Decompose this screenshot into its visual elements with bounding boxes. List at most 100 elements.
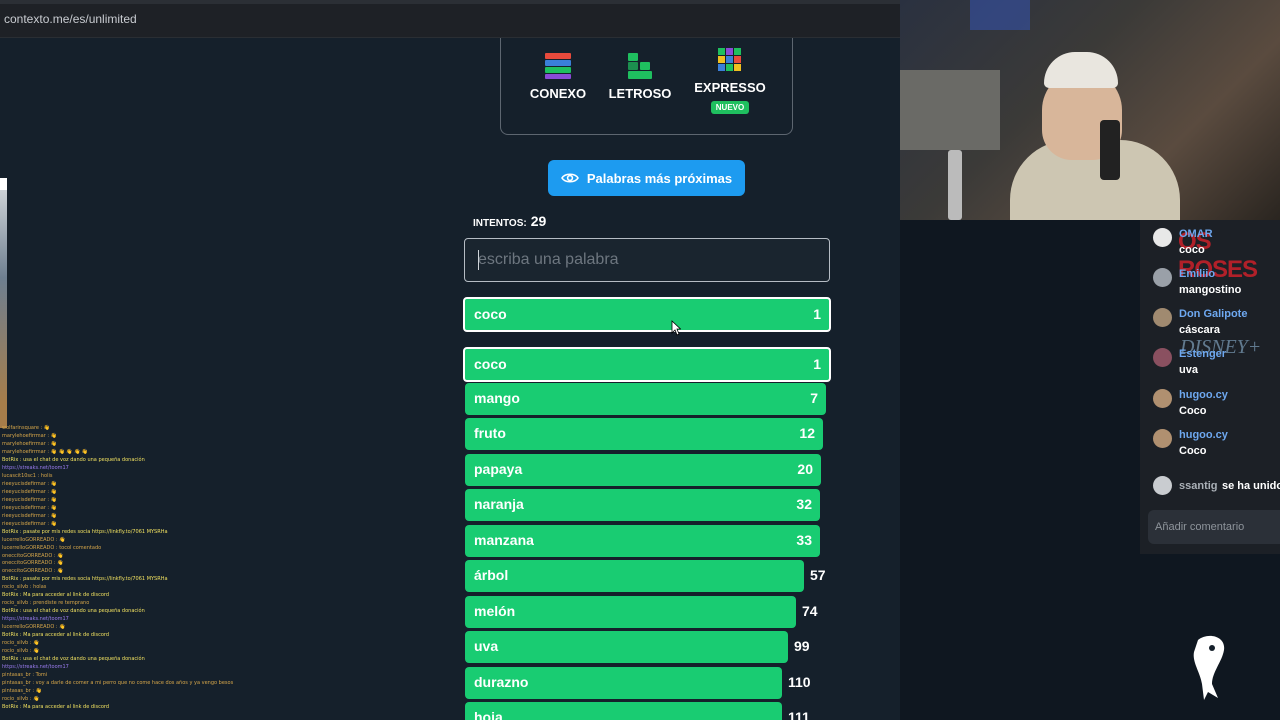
chat-text: Coco — [1179, 405, 1207, 417]
guess-row: coco 1 — [463, 347, 831, 382]
add-comment-input[interactable]: Añadir comentario — [1148, 510, 1280, 544]
screen: contexto.me/es/unlimited CONEXO LETROSO … — [0, 0, 1280, 720]
chat-text: uva — [1179, 364, 1198, 376]
chat-line: lucascit10sc1 : holis — [2, 472, 53, 479]
webcam-feed — [900, 0, 1280, 220]
chat-line: rieeyucisdefirmar : 👋 — [2, 488, 57, 495]
eye-icon — [560, 173, 579, 183]
guess-word: coco — [474, 306, 507, 322]
chat-line: oneccitoGORREADO : 👋 — [2, 552, 64, 559]
chat-line: marylehoefirrmar : 👋 — [2, 432, 57, 439]
chat-line: oneccitoGORREADO : 👋 — [2, 568, 64, 575]
chat-line: lucerrelloGORREADO : 👋 — [2, 624, 66, 631]
chat-line: rieeyucisdefirmar : 👋 — [2, 480, 57, 487]
last-guess-row: coco 1 — [463, 297, 831, 332]
chat-message: hugoo.cy Coco — [1153, 389, 1280, 423]
chat-line: pintasas_br : voy a darle de comer a mi … — [2, 680, 234, 687]
guess-rank: 32 — [796, 496, 812, 512]
guess-word: manzana — [474, 532, 534, 548]
chat-text: cáscara — [1179, 324, 1220, 336]
chat-join-message: ssantig se ha unido — [1153, 476, 1280, 498]
game-label: LETROSO — [608, 86, 672, 101]
chat-line: BotRix : pasate por mis redes socia http… — [2, 576, 168, 583]
chat-line: lucerrelloGORREADO : tocol comentado — [2, 544, 102, 551]
guess-rank: 1 — [813, 356, 821, 372]
chat-line: wolfarinsquare : 👋 — [2, 425, 51, 431]
guess-row: durazno — [465, 667, 782, 699]
guess-row: manzana 33 — [465, 525, 820, 557]
guess-rank: 33 — [796, 532, 812, 548]
guess-word: papaya — [474, 461, 523, 477]
chat-username: hugoo.cy — [1179, 429, 1228, 441]
guess-word: hoja — [474, 709, 503, 720]
chat-line: BotRix : usa el chat de voz dando una pe… — [2, 656, 145, 663]
attempts-count: 29 — [530, 213, 547, 229]
chat-line: BotRix : usa el chat de voz dando una pe… — [2, 608, 145, 615]
word-input[interactable] — [464, 238, 830, 282]
guess-rank: 7 — [810, 390, 818, 406]
guess-word: fruto — [474, 425, 506, 441]
text-caret — [478, 250, 479, 270]
chat-username: ssantig — [1179, 480, 1218, 492]
game-link-expresso[interactable]: EXPRESSO NUEVO — [685, 46, 775, 114]
chat-line: https://streaks.net/toom17 — [2, 464, 69, 471]
guess-row: mango 7 — [465, 383, 826, 415]
guess-row: uva — [465, 631, 788, 663]
game-link-conexo[interactable]: CONEXO — [513, 52, 603, 101]
chat-line: rocio_silvb : 👋 — [2, 695, 40, 702]
guess-row: fruto 12 — [465, 418, 823, 450]
guess-word: coco — [474, 356, 507, 372]
chat-message: OMAR coco — [1153, 228, 1280, 262]
guess-word: naranja — [474, 496, 524, 512]
chat-message: Emiliio mangostino — [1153, 268, 1280, 302]
closest-words-button[interactable]: Palabras más próximas — [548, 160, 745, 196]
chat-line: pintasas_br : Tomi — [2, 672, 48, 679]
conexo-icon — [545, 53, 571, 79]
chat-username: Estenger — [1179, 348, 1227, 360]
chat-line: marylehoefirrmar : 👋 👋 👋 👋 👋 — [2, 448, 89, 455]
guess-word: árbol — [474, 567, 509, 583]
chat-username: Emiliio — [1179, 268, 1216, 280]
avatar — [1153, 476, 1172, 495]
attempts-counter: INTENTOS: 29 — [473, 213, 546, 229]
chat-message: Estenger uva — [1153, 348, 1280, 382]
chat-line: https://streaks.net/toom17 — [2, 616, 69, 623]
game-link-letroso[interactable]: LETROSO — [595, 52, 685, 101]
guess-rank: 110 — [788, 674, 811, 690]
avatar — [1153, 429, 1172, 448]
chat-text: Coco — [1179, 445, 1207, 457]
letroso-icon — [628, 53, 652, 79]
background-window-edge — [0, 178, 7, 428]
chat-line: rocio_silvb : prendiste re temprano — [2, 600, 90, 607]
guess-word: uva — [474, 638, 499, 654]
chat-line: rocio_silvb : holas — [2, 584, 47, 591]
guess-word: durazno — [474, 674, 529, 690]
guess-row: hoja — [465, 702, 782, 720]
chat-line: rocio_silvb : 👋 — [2, 640, 40, 647]
guess-row: árbol — [465, 560, 804, 592]
guess-row: papaya 20 — [465, 454, 821, 486]
chat-line: pintasas_br : 👋 — [2, 688, 42, 694]
other-games-box: CONEXO LETROSO EXPRESSO NUEVO — [500, 38, 793, 135]
chat-line: rieeyucisdefirmar : 👋 — [2, 520, 57, 527]
chat-username: hugoo.cy — [1179, 389, 1228, 401]
chat-line: BotRix : Ma para acceder al link de disc… — [2, 703, 110, 710]
avatar — [1153, 308, 1172, 327]
mouse-cursor-icon — [671, 320, 681, 336]
chat-username: OMAR — [1179, 228, 1213, 240]
avatar — [1153, 348, 1172, 367]
chat-username: Don Galipote — [1179, 308, 1248, 320]
guess-rank: 99 — [794, 638, 810, 654]
new-badge: NUEVO — [710, 101, 750, 114]
guess-rank: 1 — [813, 306, 821, 322]
guess-row: naranja 32 — [465, 489, 820, 521]
guess-rank: 74 — [802, 603, 818, 619]
attempts-label: INTENTOS: — [473, 218, 527, 229]
guess-word: mango — [474, 390, 520, 406]
guess-rank: 111 — [788, 709, 810, 720]
chat-line: marylehoefirrmar : 👋 — [2, 440, 57, 447]
chat-line: rieeyucisdefirmar : 👋 — [2, 504, 57, 511]
toucan-logo-icon — [1193, 635, 1225, 700]
avatar — [1153, 389, 1172, 408]
expresso-icon — [718, 48, 741, 71]
